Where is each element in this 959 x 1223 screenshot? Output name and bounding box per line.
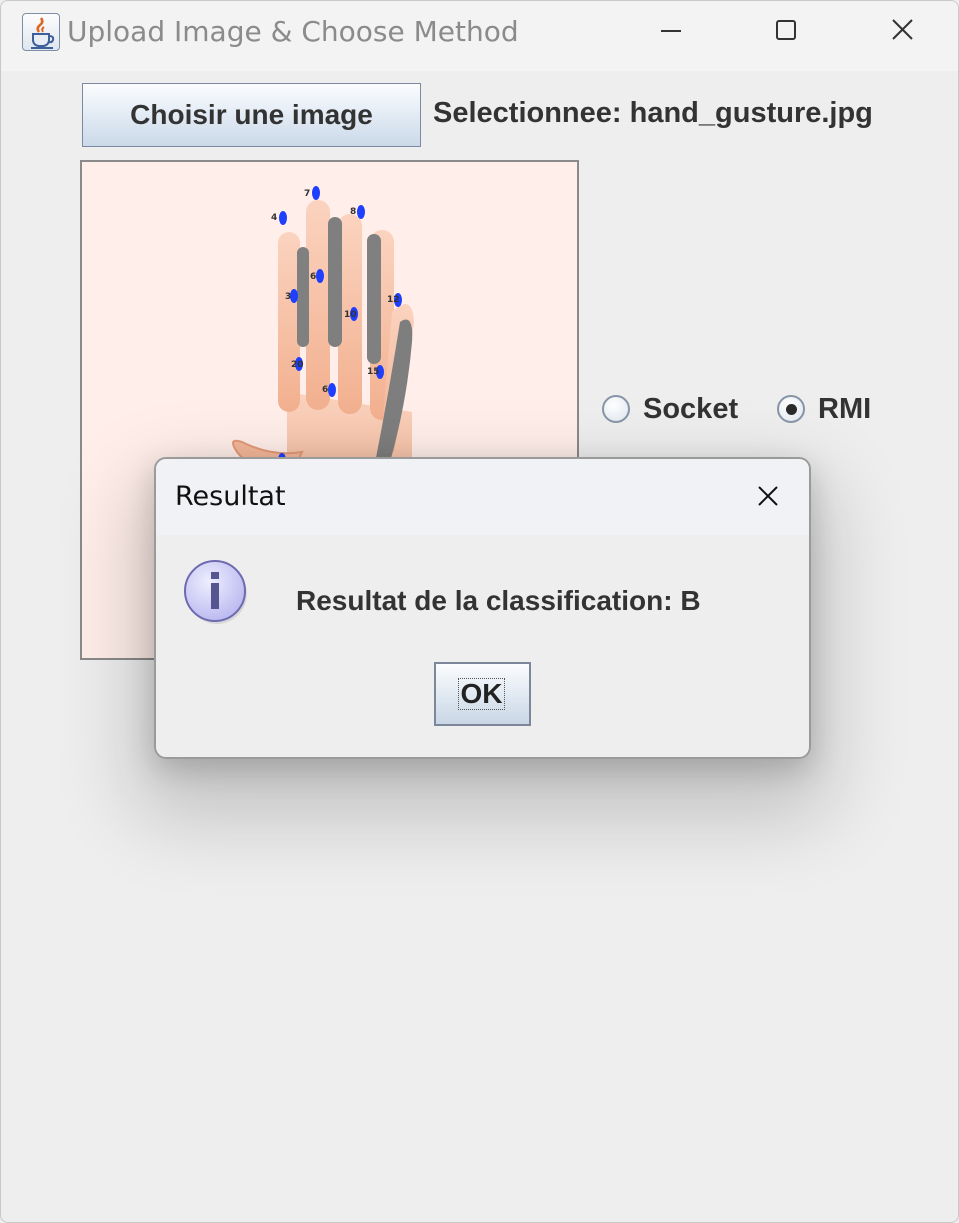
minimize-icon[interactable] — [643, 11, 699, 51]
rmi-label[interactable]: RMI — [818, 393, 871, 426]
title-bar[interactable]: Upload Image & Choose Method — [1, 1, 958, 71]
landmark-label: 4 — [271, 213, 277, 223]
landmark-label: 3 — [285, 292, 291, 302]
maximize-icon[interactable] — [758, 11, 814, 51]
dialog-title-bar[interactable]: Resultat — [156, 459, 809, 535]
close-icon[interactable] — [874, 11, 930, 51]
radio-selected-dot — [786, 404, 797, 415]
landmark-label: 20 — [291, 360, 304, 370]
landmark-label: 6 — [310, 272, 316, 282]
landmark-label: 15 — [367, 367, 380, 377]
landmark-label: 6 — [322, 385, 328, 395]
radio-button-selected[interactable] — [777, 395, 805, 423]
landmark-label: 10 — [344, 310, 357, 320]
dialog-close-icon[interactable] — [746, 479, 790, 515]
dialog-title: Resultat — [175, 481, 286, 512]
window-title: Upload Image & Choose Method — [67, 15, 519, 48]
main-window: Upload Image & Choose Method Choisir une… — [0, 0, 959, 1223]
radio-button-unselected[interactable] — [602, 395, 630, 423]
information-icon — [183, 559, 249, 625]
landmark-label: 8 — [350, 207, 356, 217]
java-coffee-cup-icon — [22, 13, 60, 51]
classification-result-message: Resultat de la classification: B — [296, 585, 701, 616]
socket-label[interactable]: Socket — [643, 393, 738, 426]
landmark-label: 12 — [387, 295, 400, 305]
landmark-label: 7 — [304, 189, 310, 199]
result-dialog: Resultat Resultat de la classification: … — [154, 457, 811, 759]
ok-button[interactable]: OK — [434, 662, 531, 726]
selected-file-label: Selectionnee: hand_gusture.jpg — [433, 97, 873, 129]
choose-image-button[interactable]: Choisir une image — [82, 83, 421, 147]
ok-button-label[interactable]: OK — [458, 678, 505, 710]
